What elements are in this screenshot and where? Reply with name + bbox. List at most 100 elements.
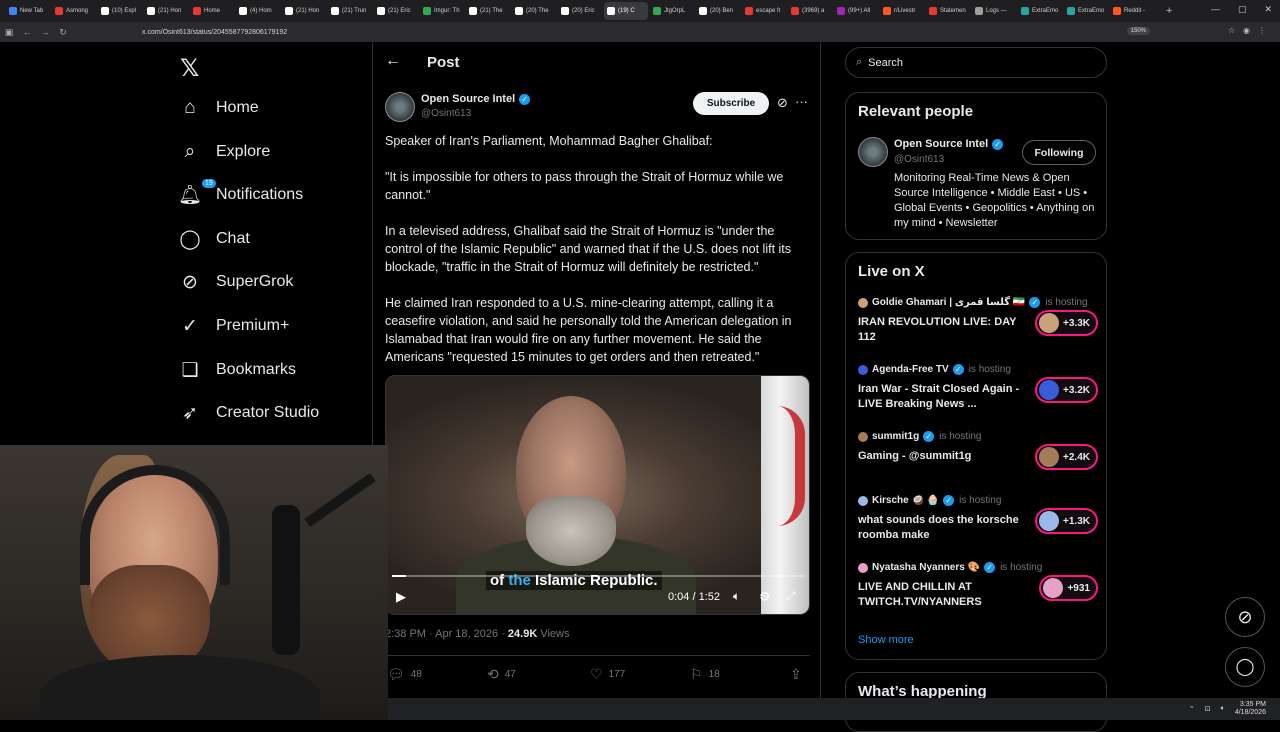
author-avatar[interactable] (385, 92, 415, 122)
tab-label: r/Livestr (894, 8, 916, 14)
browser-tab[interactable]: Logs — (972, 2, 1016, 20)
nav-item-premium[interactable]: ✓ Premium+ (178, 308, 289, 344)
browser-tab[interactable]: r/Livestr (880, 2, 924, 20)
tab-label: Imgur: Th (434, 8, 460, 14)
search-input[interactable]: ⌕ Search (845, 47, 1107, 78)
grok-icon[interactable]: ⊘ (777, 95, 788, 111)
reload-icon[interactable]: ↻ (54, 27, 72, 38)
speaker-icon[interactable]: 🔈︎ (1221, 705, 1225, 713)
listener-count: +3.3K (1035, 310, 1098, 336)
nav-item-bookmarks[interactable]: ❑ Bookmarks (178, 352, 296, 388)
relevant-person-avatar[interactable] (858, 137, 888, 167)
browser-tab[interactable]: (19) C (604, 2, 648, 20)
browser-tab[interactable]: ExtraEmo (1018, 2, 1062, 20)
browser-tab[interactable]: Reddit - (1110, 2, 1154, 20)
url-field[interactable]: x.com/Osint613/status/204558779280617919… (142, 29, 287, 36)
nav-item-explore[interactable]: ⌕ Explore (178, 134, 271, 170)
settings-gear-icon[interactable]: ⚙ (759, 589, 771, 605)
like-button[interactable]: ♡ 177 (590, 666, 625, 683)
browser-tab[interactable]: Imgur: Th (420, 2, 464, 20)
tab-label: JtgOrpL (664, 8, 686, 14)
host-name: summit1g (872, 431, 920, 442)
author-handle[interactable]: @Osint613 (421, 108, 471, 119)
browser-tab[interactable]: (21) Hon (144, 2, 188, 20)
relevant-person-name[interactable]: Open Source Intel ✓ (894, 138, 1004, 150)
browser-tab[interactable]: New Tab (6, 2, 50, 20)
following-button[interactable]: Following (1022, 140, 1096, 165)
back-arrow-icon[interactable]: ← (385, 52, 401, 70)
browser-tab[interactable]: (21) The (466, 2, 510, 20)
repost-button[interactable]: ⟲ 47 (487, 666, 516, 683)
browser-tab[interactable]: Statemen (926, 2, 970, 20)
browser-tab[interactable]: (4) Hom (236, 2, 280, 20)
live-host: summit1g ✓ is hosting (858, 431, 981, 442)
account-icon[interactable]: ◉ (1243, 26, 1250, 35)
tab-favicon-icon (1067, 7, 1075, 15)
nav-item-supergrok[interactable]: ⊘ SuperGrok (178, 264, 293, 300)
browser-tab[interactable]: (21) Eric (374, 2, 418, 20)
relevant-person-handle[interactable]: @Osint613 (894, 154, 944, 165)
tab-favicon-icon (883, 7, 891, 15)
show-more-link[interactable]: Show more (858, 634, 914, 646)
browser-tab[interactable]: (20) Eric (558, 2, 602, 20)
host-status: is hosting (1045, 297, 1088, 308)
share-button[interactable]: ⇪ (790, 666, 802, 683)
tab-favicon-icon (469, 7, 477, 15)
post-meta: 2:38 PM · Apr 18, 2026 · 24.9K Views (385, 628, 570, 640)
nav-item-home[interactable]: ⌂ Home (178, 90, 258, 126)
maximize-icon[interactable]: ▢ (1238, 4, 1247, 15)
x-logo-icon[interactable]: 𝕏 (180, 54, 199, 83)
browser-tab[interactable]: (20) Ben (696, 2, 740, 20)
browser-tab[interactable]: (21) Hon (282, 2, 326, 20)
window-controls: — ▢ ✕ (1211, 4, 1272, 15)
browser-tab[interactable]: Home (190, 2, 234, 20)
minimize-icon[interactable]: — (1211, 4, 1220, 15)
live-item[interactable]: summit1g ✓ is hosting Gaming - @summit1g +2.… (858, 431, 1098, 493)
listener-count: +1.3K (1035, 508, 1098, 534)
bookmark-button[interactable]: ⚐ 18 (690, 666, 720, 683)
browser-tab[interactable]: Asmong (52, 2, 96, 20)
zoom-level[interactable]: 150% (1126, 27, 1150, 35)
fullscreen-icon[interactable]: ⤢ (786, 589, 796, 604)
browser-tab[interactable]: ExtraEmo (1064, 2, 1108, 20)
volume-icon[interactable]: 🔈︎ (733, 589, 740, 604)
browser-tab[interactable]: escape fr (742, 2, 786, 20)
tray-chevron-icon[interactable]: ⌃ (1189, 705, 1195, 713)
live-item[interactable]: Agenda-Free TV ✓ is hosting Iran War - Stra… (858, 364, 1098, 426)
back-icon[interactable]: ← (18, 27, 36, 37)
network-icon[interactable]: ⊡ (1205, 705, 1211, 713)
live-item[interactable]: Kirsche 🥥 🧁 ✓ is hosting what sounds does t… (858, 495, 1098, 557)
chat-floating-button[interactable]: ◯ (1225, 647, 1265, 687)
live-item[interactable]: Goldie Ghamari | گلسا قمری 🇮🇷 ✓ is hosting… (858, 297, 1098, 359)
new-tab-button[interactable]: + (1166, 5, 1172, 17)
more-options-icon[interactable]: ··· (795, 94, 808, 109)
forward-icon[interactable]: → (36, 27, 54, 37)
bookmark-icon: ⚐ (690, 666, 703, 682)
nav-item-creator-studio[interactable]: ➶ Creator Studio (178, 395, 319, 431)
nav-item-chat[interactable]: ◯ Chat (178, 221, 249, 257)
live-item[interactable]: Nyatasha Nyanners 🎨 ✓ is hosting LIVE AND C… (858, 562, 1098, 624)
browser-tab[interactable]: (20) The (512, 2, 556, 20)
browser-tab[interactable]: JtgOrpL (650, 2, 694, 20)
browser-tab[interactable]: (21) Trun (328, 2, 372, 20)
extensions-icon[interactable]: ⋮ (1258, 26, 1266, 35)
play-icon[interactable]: ▶ (396, 589, 406, 605)
author-name[interactable]: Open Source Intel ✓ (421, 93, 531, 105)
reply-button[interactable]: 💬︎ 48 (387, 666, 422, 683)
star-icon[interactable]: ☆ (1228, 26, 1235, 35)
tab-favicon-icon (561, 7, 569, 15)
video-player[interactable]: of the Islamic Republic. ▶ 0:04 / 1:52 🔈… (385, 375, 810, 615)
system-clock[interactable]: 3:35 PM 4/18/2026 (1235, 701, 1266, 717)
video-progress-bar[interactable] (392, 575, 805, 577)
sidebar-toggle-icon[interactable]: ▣ (0, 27, 18, 38)
browser-tab[interactable]: (3969) a (788, 2, 832, 20)
nav-item-notifications[interactable]: 🔔︎ Notifications 19 (178, 177, 303, 213)
live-thumbnail (1039, 511, 1060, 531)
tab-favicon-icon (285, 7, 293, 15)
webcam-microphone (272, 505, 300, 655)
close-icon[interactable]: ✕ (1264, 4, 1272, 15)
browser-tab[interactable]: (99+) All (834, 2, 878, 20)
browser-tab[interactable]: (10) Expl (98, 2, 142, 20)
subscribe-button[interactable]: Subscribe (693, 92, 769, 115)
grok-floating-button[interactable]: ⊘ (1225, 597, 1265, 637)
